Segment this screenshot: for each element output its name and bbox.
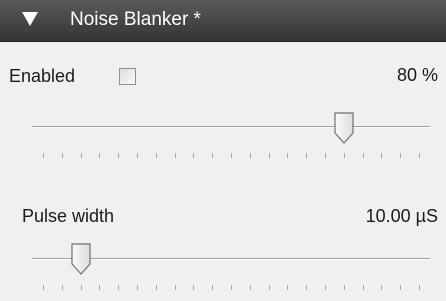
- slider-tick: [231, 285, 232, 290]
- slider-tick: [175, 153, 176, 158]
- slider-tick: [175, 285, 176, 290]
- pulse-width-value: 10.00 µS: [365, 206, 438, 226]
- slider-tick: [400, 153, 401, 158]
- slider-tick: [231, 153, 232, 158]
- pulse-width-slider-thumb[interactable]: [70, 243, 92, 275]
- slider-tick: [156, 153, 157, 158]
- slider-tick: [325, 153, 326, 158]
- slider-tick: [306, 153, 307, 158]
- slider-tick: [325, 285, 326, 290]
- slider-tick: [344, 285, 345, 290]
- slider-tick: [193, 153, 194, 158]
- panel-header[interactable]: Noise Blanker *: [0, 0, 446, 42]
- slider-tick: [137, 153, 138, 158]
- slider-tick: [212, 153, 213, 158]
- slider-tick: [344, 153, 345, 158]
- slider-tick: [99, 153, 100, 158]
- pulse-width-label: Pulse width: [22, 206, 115, 226]
- threshold-slider-ticks: [43, 153, 420, 159]
- slider-tick: [43, 285, 44, 290]
- slider-tick: [363, 285, 364, 290]
- slider-tick: [81, 285, 82, 290]
- slider-tick: [118, 153, 119, 158]
- slider-tick: [43, 153, 44, 158]
- slider-tick: [287, 285, 288, 290]
- slider-tick: [287, 153, 288, 158]
- slider-tick: [306, 285, 307, 290]
- panel-title: Noise Blanker *: [70, 9, 201, 30]
- slider-tick: [81, 153, 82, 158]
- chevron-down-icon[interactable]: [22, 12, 38, 26]
- slider-tick: [381, 153, 382, 158]
- slider-tick: [62, 285, 63, 290]
- enabled-checkbox[interactable]: [119, 68, 136, 85]
- slider-tick: [419, 153, 420, 158]
- slider-tick: [381, 285, 382, 290]
- slider-tick: [118, 285, 119, 290]
- threshold-slider-thumb[interactable]: [333, 112, 355, 144]
- slider-tick: [250, 153, 251, 158]
- slider-tick: [156, 285, 157, 290]
- noise-blanker-panel: Noise Blanker * Enabled 80 % Pulse width…: [0, 0, 446, 301]
- slider-tick: [269, 153, 270, 158]
- enabled-label: Enabled: [9, 66, 76, 86]
- slider-tick: [419, 285, 420, 290]
- slider-tick: [193, 285, 194, 290]
- pulse-width-slider-ticks: [43, 285, 420, 291]
- slider-tick: [99, 285, 100, 290]
- threshold-value: 80 %: [396, 65, 438, 85]
- slider-tick: [269, 285, 270, 290]
- slider-tick: [62, 153, 63, 158]
- slider-tick: [212, 285, 213, 290]
- slider-tick: [137, 285, 138, 290]
- slider-tick: [250, 285, 251, 290]
- threshold-slider-track[interactable]: [32, 126, 430, 127]
- slider-tick: [363, 153, 364, 158]
- slider-tick: [400, 285, 401, 290]
